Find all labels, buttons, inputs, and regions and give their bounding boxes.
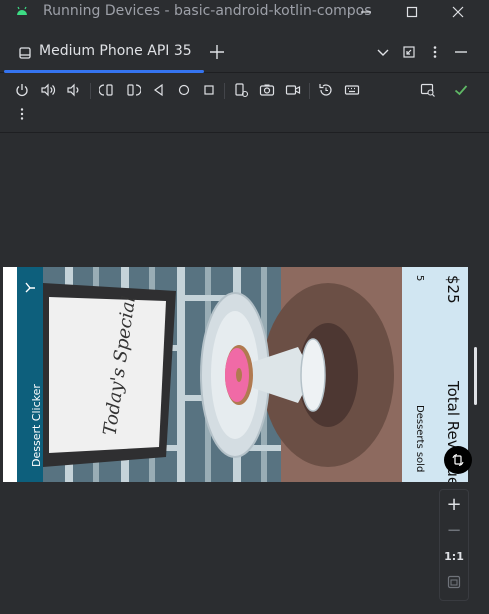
overview-button[interactable] [199, 80, 219, 100]
keyboard-button[interactable] [342, 80, 362, 100]
window-title: Running Devices - basic-android-kotlin-c… [43, 3, 372, 19]
device-scrollbar[interactable] [474, 347, 477, 405]
rotate-right-icon [127, 84, 141, 96]
android-studio-icon [17, 6, 27, 15]
minimize-icon [361, 11, 371, 13]
revenue-value: $25 [444, 275, 462, 304]
power-button[interactable] [12, 80, 32, 100]
toolbar-more-button[interactable] [12, 104, 32, 124]
phone-icon [19, 47, 31, 59]
zoom-out-button[interactable]: − [442, 519, 466, 541]
toolbar-separator [224, 83, 225, 99]
device-toolbar [0, 76, 489, 133]
reset-button[interactable] [316, 80, 336, 100]
fit-screen-icon [447, 575, 461, 589]
zoom-controls: + − 1:1 [439, 489, 469, 601]
tab-medium-phone[interactable]: Medium Phone API 35 [4, 34, 204, 73]
dessert-background [43, 267, 402, 482]
rotate-left-icon [99, 84, 113, 96]
reset-icon [319, 84, 332, 96]
actual-size-button[interactable]: 1:1 [442, 545, 466, 567]
add-tab-button[interactable] [207, 42, 227, 62]
check-icon [454, 85, 468, 96]
options-button[interactable] [425, 42, 445, 62]
add-tab-icon [210, 45, 224, 59]
android-icon [25, 282, 35, 293]
keyboard-icon [344, 85, 360, 95]
overview-icon [204, 85, 214, 95]
close-icon [452, 6, 464, 18]
home-button[interactable] [174, 80, 194, 100]
home-icon [178, 84, 190, 96]
rotate-left-button[interactable] [97, 80, 117, 100]
apply-button[interactable] [451, 80, 471, 100]
more-vertical-icon [433, 46, 437, 58]
close-button[interactable] [435, 0, 481, 24]
zoom-in-button[interactable]: + [442, 493, 466, 515]
volume-down-icon [67, 83, 79, 97]
rotate-icon [452, 453, 464, 467]
restore-icon [403, 46, 415, 58]
desserts-sold-value: 5 [414, 275, 425, 282]
maximize-button[interactable] [389, 0, 435, 24]
screen-record-icon [285, 85, 301, 95]
fit-screen-button[interactable] [442, 571, 466, 593]
minimize-panel-icon [455, 51, 467, 53]
detach-button[interactable] [399, 42, 419, 62]
screen-record-button[interactable] [283, 80, 303, 100]
title-bar: Running Devices - basic-android-kotlin-c… [0, 0, 489, 24]
tab-label: Medium Phone API 35 [39, 43, 192, 59]
back-button[interactable] [149, 80, 169, 100]
toolbar-separator [90, 83, 91, 99]
device-explorer-button[interactable] [418, 80, 438, 100]
chevron-down-icon [377, 49, 389, 56]
tab-list-button[interactable] [373, 42, 393, 62]
volume-down-button[interactable] [64, 80, 84, 100]
device-settings-icon [235, 83, 249, 98]
volume-up-icon [41, 83, 56, 97]
desserts-sold-label: Desserts sold [414, 405, 425, 473]
screenshot-button[interactable] [257, 80, 277, 100]
app-title: Dessert Clicker [30, 384, 43, 467]
minimize-button[interactable] [343, 0, 389, 24]
rotate-screen-button[interactable] [444, 446, 472, 474]
device-explorer-icon [420, 83, 435, 97]
maximize-icon [406, 6, 418, 18]
app-bar: Dessert Clicker [17, 267, 43, 482]
screenshot-icon [259, 84, 275, 96]
power-icon [16, 84, 28, 97]
device-screen[interactable]: Dessert Clicker Today's Special 5 $25 De… [3, 267, 468, 482]
volume-up-button[interactable] [38, 80, 58, 100]
toolbar-separator [309, 83, 310, 99]
active-tab-indicator [4, 70, 204, 73]
back-icon [153, 83, 163, 97]
hide-panel-button[interactable] [451, 42, 471, 62]
device-tab-bar: Medium Phone API 35 [0, 34, 489, 73]
rotate-right-button[interactable] [123, 80, 143, 100]
device-settings-button[interactable] [231, 80, 251, 100]
more-vertical-icon [20, 108, 24, 120]
